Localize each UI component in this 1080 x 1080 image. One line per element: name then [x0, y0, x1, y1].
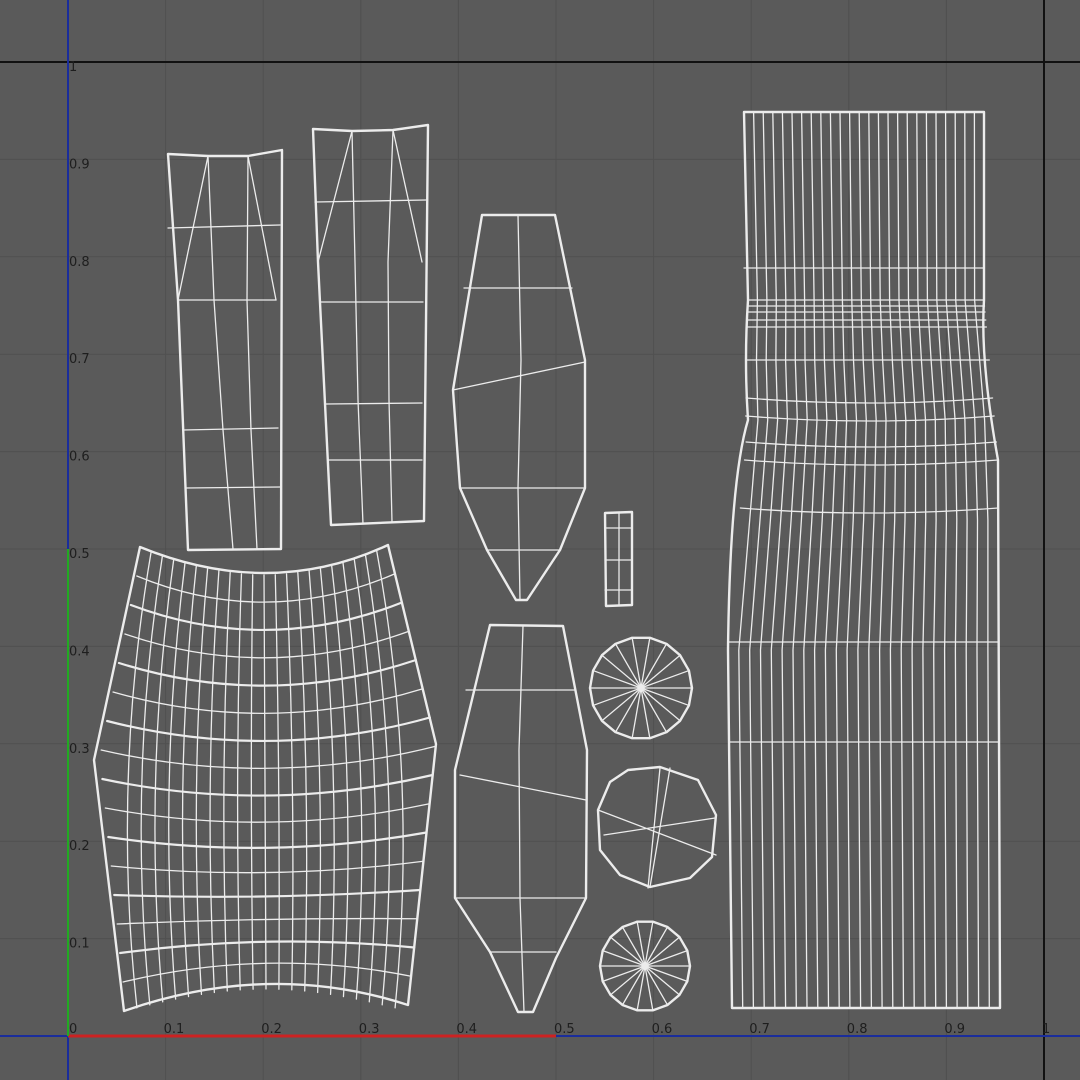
- u-tick-label: 0.4: [456, 1022, 477, 1037]
- v-tick-label: 0.4: [69, 644, 90, 659]
- u-tick-label: 1: [1042, 1022, 1050, 1037]
- v-tick-label: 0.2: [69, 839, 90, 854]
- v-tick-label: 0.8: [69, 255, 90, 270]
- v-tick-label: 0.3: [69, 742, 90, 757]
- uv-editor-viewport[interactable]: 0 0.1 0.2 0.3 0.4 0.5 0.6 0.7 0.8 0.9 1 0.1 0.2 0.3 0…: [0, 0, 1080, 1080]
- v-tick-label: 0.6: [69, 450, 90, 465]
- viewport-background: [0, 0, 1080, 1080]
- v-tick-label: 0.1: [69, 937, 90, 952]
- u-tick-label: 0.9: [944, 1022, 965, 1037]
- u-tick-label: 0.3: [359, 1022, 380, 1037]
- u-tick-label: 0.5: [554, 1022, 575, 1037]
- u-tick-label: 0.2: [261, 1022, 282, 1037]
- u-tick-label: 0.8: [847, 1022, 868, 1037]
- v-tick-label: 0.7: [69, 352, 90, 367]
- v-tick-label: 0.5: [69, 547, 90, 562]
- u-tick-label: 0.7: [749, 1022, 770, 1037]
- v-tick-label: 0.9: [69, 157, 90, 172]
- v-tick-label: 1: [69, 60, 77, 75]
- u-tick-label: 0: [69, 1022, 77, 1037]
- u-tick-label: 0.1: [164, 1022, 185, 1037]
- u-tick-label: 0.6: [652, 1022, 673, 1037]
